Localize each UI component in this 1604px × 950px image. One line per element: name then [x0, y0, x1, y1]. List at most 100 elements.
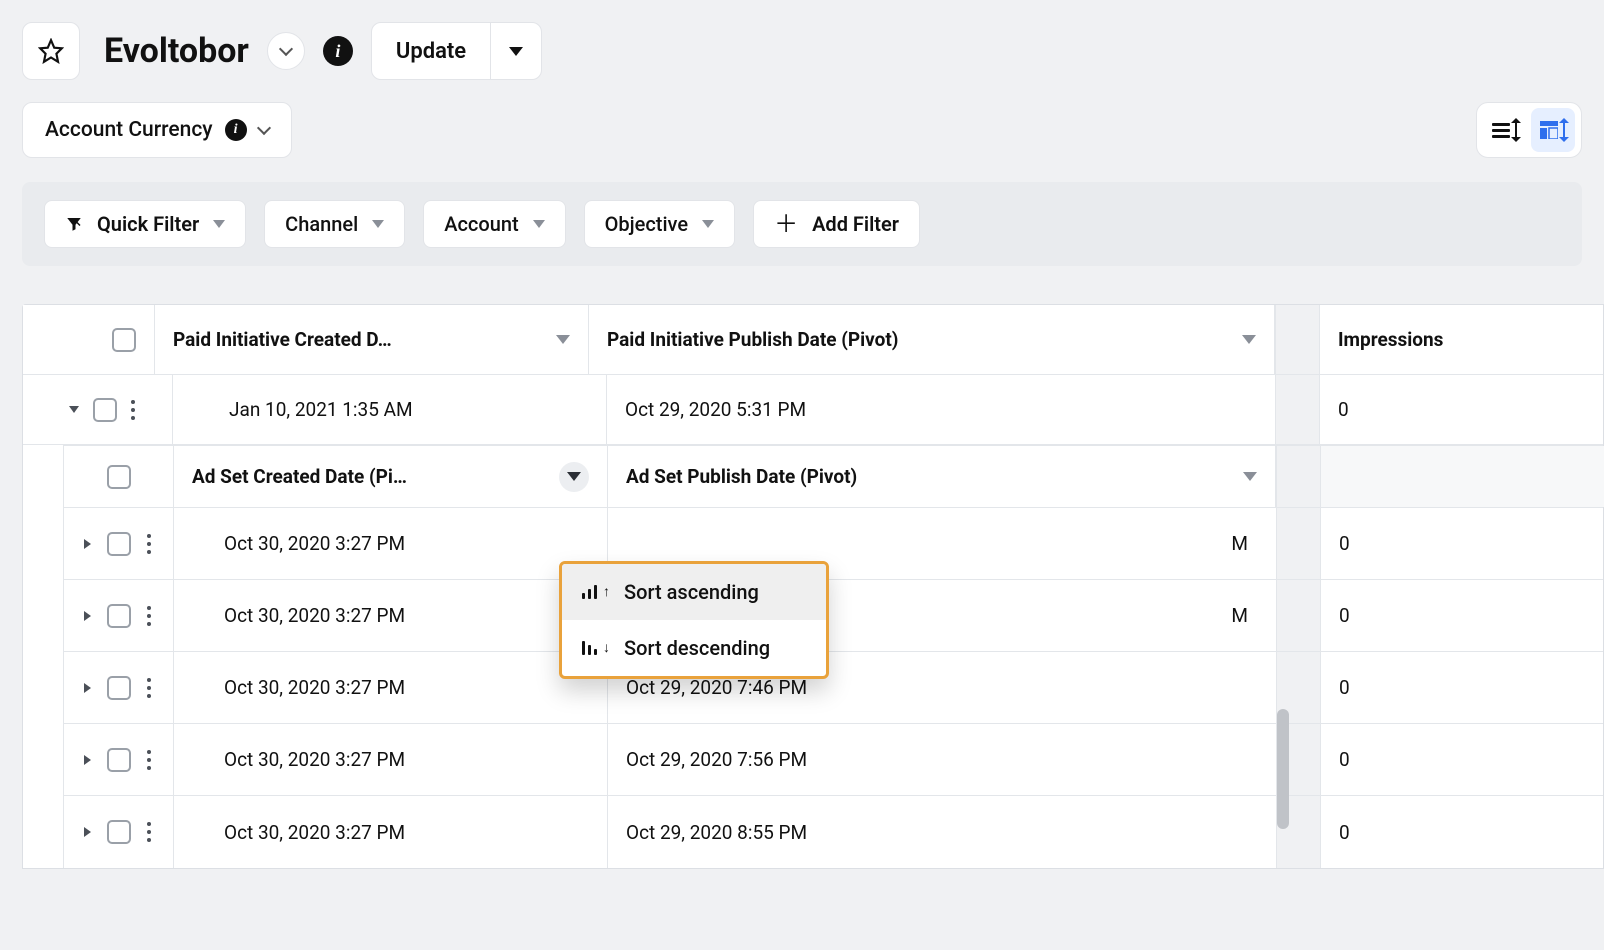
- caret-down-icon: [556, 335, 570, 344]
- table-row: Oct 30, 2020 3:27 PM M 0: [64, 580, 1603, 652]
- cell-value: Oct 30, 2020 3:27 PM: [224, 748, 405, 771]
- column-gap: [1275, 305, 1319, 374]
- col-label: Ad Set Created Date (Pi…: [192, 465, 407, 488]
- filter-label: Objective: [605, 212, 688, 236]
- select-all-checkbox[interactable]: [112, 328, 136, 352]
- add-filter-label: Add Filter: [812, 212, 899, 236]
- caret-down-icon: [1242, 335, 1256, 344]
- page-title: Evoltobor: [104, 31, 249, 71]
- info-icon[interactable]: i: [323, 36, 353, 66]
- chevron-down-icon: [279, 42, 293, 56]
- plus-icon: ＋: [774, 212, 798, 236]
- col-label: Impressions: [1338, 328, 1443, 351]
- column-gap: [1276, 508, 1320, 579]
- table-row: Oct 30, 2020 3:27 PM Oct 29, 2020 8:55 P…: [64, 796, 1603, 868]
- scrollbar-thumb[interactable]: [1277, 709, 1289, 829]
- column-gap: [1276, 446, 1320, 507]
- col-header-initiative-publish[interactable]: Paid Initiative Publish Date (Pivot): [589, 305, 1275, 374]
- cell-value: 0: [1338, 398, 1349, 421]
- caret-down-icon: [509, 47, 523, 56]
- add-filter-button[interactable]: ＋ Add Filter: [753, 200, 920, 248]
- expand-toggle[interactable]: [84, 827, 91, 837]
- title-menu-button[interactable]: [267, 32, 305, 70]
- currency-selector[interactable]: Account Currency i: [22, 102, 292, 158]
- cell-value: Oct 30, 2020 3:27 PM: [224, 676, 405, 699]
- sort-menu: ↑ Sort ascending ↓ Sort descending: [559, 561, 829, 679]
- currency-label: Account Currency: [45, 118, 213, 142]
- star-icon: [38, 38, 64, 64]
- info-icon: i: [225, 119, 247, 141]
- chevron-down-icon: [257, 121, 271, 135]
- view-pivot-button[interactable]: [1531, 108, 1575, 152]
- view-compact-button[interactable]: [1483, 108, 1527, 152]
- col-label: Ad Set Publish Date (Pivot): [626, 465, 857, 488]
- quick-filter-label: Quick Filter: [97, 212, 199, 236]
- row-checkbox[interactable]: [107, 820, 131, 844]
- column-gap: [1276, 580, 1320, 651]
- row-menu-button[interactable]: [147, 606, 151, 626]
- cell-value: Oct 30, 2020 3:27 PM: [224, 532, 405, 555]
- impressions-blank-header: [1320, 446, 1604, 507]
- objective-filter[interactable]: Objective: [584, 200, 735, 248]
- filter-label: Account: [444, 212, 518, 236]
- select-all-adset-checkbox[interactable]: [107, 465, 131, 489]
- favorite-button[interactable]: [22, 22, 80, 80]
- expand-toggle[interactable]: [84, 611, 91, 621]
- caret-down-icon: [372, 220, 384, 228]
- caret-down-icon: [213, 220, 225, 228]
- account-filter[interactable]: Account: [423, 200, 565, 248]
- table-row: Oct 30, 2020 3:27 PM Oct 29, 2020 7:56 P…: [64, 724, 1603, 796]
- cell-value: Oct 29, 2020 7:46 PM: [626, 676, 807, 699]
- expand-toggle[interactable]: [84, 683, 91, 693]
- caret-down-icon: [533, 220, 545, 228]
- row-menu-button[interactable]: [131, 400, 135, 420]
- filter-label: Channel: [285, 212, 358, 236]
- cell-value: M: [1231, 532, 1248, 555]
- filter-bar: Quick Filter Channel Account Objective ＋…: [22, 182, 1582, 266]
- cell-value: 0: [1339, 676, 1350, 699]
- channel-filter[interactable]: Channel: [264, 200, 405, 248]
- col-header-impressions[interactable]: Impressions: [1319, 305, 1604, 374]
- cell-value: 0: [1339, 532, 1350, 555]
- cell-value: Jan 10, 2021 1:35 AM: [229, 398, 413, 421]
- row-checkbox[interactable]: [107, 604, 131, 628]
- expand-toggle[interactable]: [84, 539, 91, 549]
- sort-ascending-item[interactable]: ↑ Sort ascending: [562, 564, 826, 620]
- caret-down-icon: [702, 220, 714, 228]
- quick-filter-button[interactable]: Quick Filter: [44, 200, 246, 248]
- caret-down-icon: [1243, 472, 1257, 481]
- row-menu-button[interactable]: [147, 822, 151, 842]
- col-menu-button[interactable]: [559, 462, 589, 492]
- col-label: Paid Initiative Created D…: [173, 328, 392, 351]
- update-button[interactable]: Update: [372, 23, 490, 79]
- view-toggle: [1476, 102, 1582, 158]
- expand-toggle[interactable]: [84, 755, 91, 765]
- row-checkbox[interactable]: [107, 748, 131, 772]
- sort-desc-icon: ↓: [582, 641, 610, 655]
- cell-value: Oct 29, 2020 8:55 PM: [626, 821, 807, 844]
- row-menu-button[interactable]: [147, 678, 151, 698]
- table-row: Oct 30, 2020 3:27 PM M 0: [64, 508, 1603, 580]
- row-menu-button[interactable]: [147, 534, 151, 554]
- col-header-initiative-created[interactable]: Paid Initiative Created D…: [155, 305, 589, 374]
- col-label: Paid Initiative Publish Date (Pivot): [607, 328, 898, 351]
- cell-value: 0: [1339, 604, 1350, 627]
- menu-label: Sort descending: [624, 636, 770, 660]
- expand-toggle[interactable]: [69, 406, 79, 413]
- col-header-adset-publish[interactable]: Ad Set Publish Date (Pivot): [608, 446, 1276, 507]
- bars-icon: [1492, 123, 1510, 138]
- col-header-adset-created[interactable]: Ad Set Created Date (Pi…: [174, 446, 608, 507]
- data-grid: Paid Initiative Created D… Paid Initiati…: [22, 304, 1604, 869]
- cell-value: Oct 29, 2020 5:31 PM: [625, 398, 806, 421]
- row-checkbox[interactable]: [93, 398, 117, 422]
- cell-value: Oct 29, 2020 7:56 PM: [626, 748, 807, 771]
- sort-asc-icon: ↑: [582, 585, 610, 599]
- row-checkbox[interactable]: [107, 676, 131, 700]
- row-menu-button[interactable]: [147, 750, 151, 770]
- cell-value: Oct 30, 2020 3:27 PM: [224, 821, 405, 844]
- sort-descending-item[interactable]: ↓ Sort descending: [562, 620, 826, 676]
- row-checkbox[interactable]: [107, 532, 131, 556]
- update-menu-button[interactable]: [490, 23, 541, 79]
- menu-label: Sort ascending: [624, 580, 759, 604]
- cell-value: M: [1231, 604, 1248, 627]
